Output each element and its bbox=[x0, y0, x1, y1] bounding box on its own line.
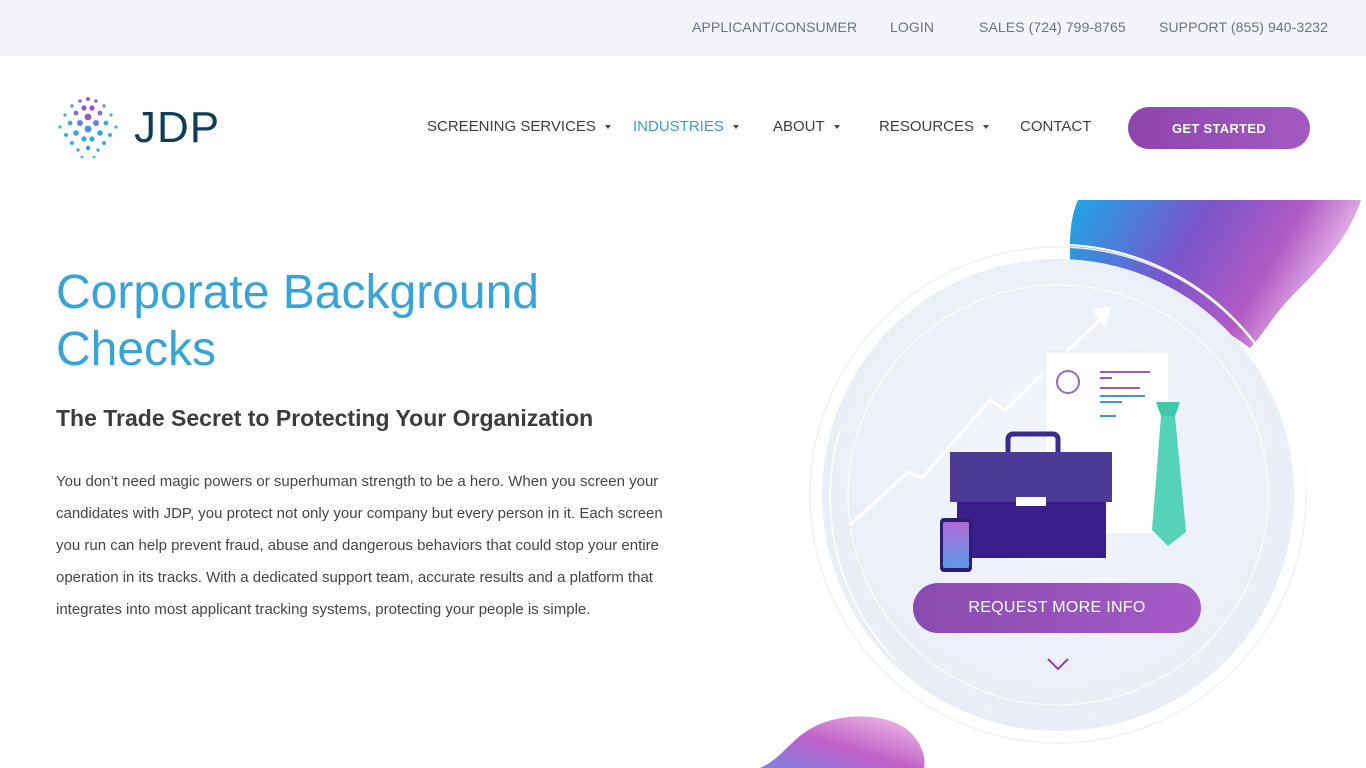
jdp-logo[interactable]: JDP bbox=[56, 95, 226, 161]
hero-subtitle: The Trade Secret to Protecting Your Orga… bbox=[56, 405, 594, 431]
login-link[interactable]: LOGIN bbox=[890, 19, 934, 35]
caret-down-icon bbox=[604, 124, 611, 129]
support-phone-link[interactable]: SUPPORT (855) 940-3232 bbox=[1159, 19, 1328, 35]
dot-sphere-icon bbox=[58, 97, 118, 159]
hero-body-text: You don’t need magic powers or superhuma… bbox=[56, 473, 663, 618]
nav-resources[interactable]: RESOURCES bbox=[879, 118, 990, 135]
applicant-consumer-link[interactable]: APPLICANT/CONSUMER bbox=[692, 19, 857, 35]
nav-screening-label: SCREENING SERVICES bbox=[427, 118, 596, 135]
sales-phone-link[interactable]: SALES (724) 799-8765 bbox=[979, 19, 1126, 35]
briefcase-illustration bbox=[809, 244, 1307, 744]
nav-about[interactable]: ABOUT bbox=[773, 118, 840, 135]
caret-down-icon bbox=[732, 124, 739, 129]
nav-resources-label: RESOURCES bbox=[879, 118, 975, 135]
request-more-info-button[interactable]: REQUEST MORE INFO bbox=[913, 583, 1201, 633]
caret-down-icon bbox=[833, 124, 840, 129]
caret-down-icon bbox=[983, 124, 990, 129]
utility-bar: APPLICANT/CONSUMER LOGIN SALES (724) 799… bbox=[0, 0, 1366, 56]
logo-wordmark: JDP bbox=[134, 103, 221, 152]
nav-industries[interactable]: INDUSTRIES bbox=[633, 118, 739, 135]
page-title: Corporate Background Checks bbox=[56, 266, 539, 376]
nav-about-label: ABOUT bbox=[773, 118, 825, 135]
nav-contact[interactable]: CONTACT bbox=[1020, 118, 1091, 135]
get-started-button[interactable]: GET STARTED bbox=[1128, 107, 1310, 149]
decorative-gradient-blob-bottom bbox=[760, 716, 925, 768]
nav-contact-label: CONTACT bbox=[1020, 118, 1092, 135]
nav-screening-services[interactable]: SCREENING SERVICES bbox=[427, 118, 611, 135]
chevron-down-icon[interactable] bbox=[1046, 656, 1070, 672]
nav-industries-label: INDUSTRIES bbox=[633, 118, 724, 135]
